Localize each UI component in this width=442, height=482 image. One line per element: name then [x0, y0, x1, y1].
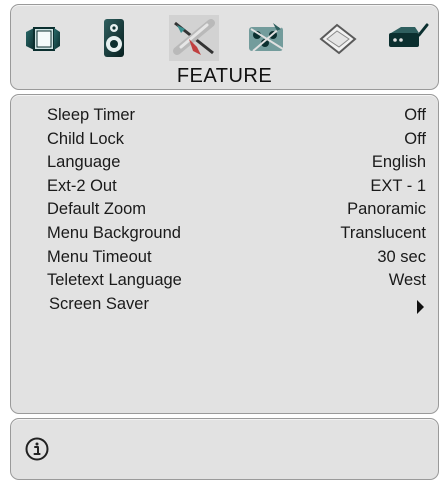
setting-label: Language	[47, 153, 121, 172]
setup-icon[interactable]	[241, 15, 291, 61]
setting-row-child-lock[interactable]: Child Lock Off	[11, 128, 438, 152]
setting-value: West	[388, 271, 426, 290]
setting-row-menu-timeout[interactable]: Menu Timeout 30 sec	[11, 246, 438, 270]
setting-label: Menu Timeout	[47, 247, 152, 266]
setting-row-screen-saver[interactable]: Screen Saver	[11, 293, 438, 317]
info-icon	[25, 437, 49, 461]
setting-value: English	[371, 153, 426, 172]
setting-row-sleep-timer[interactable]: Sleep Timer Off	[11, 104, 438, 128]
setting-label: Menu Background	[47, 223, 181, 242]
setting-label: Teletext Language	[47, 271, 182, 290]
feature-icon[interactable]	[169, 15, 219, 61]
menu-header-panel: FEATURE	[10, 4, 439, 90]
setting-row-menu-background[interactable]: Menu Background Translucent	[11, 222, 438, 246]
setting-value: Panoramic	[347, 200, 426, 219]
setting-value: Off	[404, 106, 426, 124]
page-title: FEATURE	[176, 65, 273, 87]
chevron-right-icon	[417, 299, 424, 314]
setting-value: EXT - 1	[370, 176, 426, 195]
setting-value: Translucent	[340, 223, 426, 242]
setting-row-teletext-language[interactable]: Teletext Language West	[11, 269, 438, 293]
menu-category-bar	[11, 13, 438, 65]
setting-label: Ext-2 Out	[47, 176, 117, 195]
info-panel	[10, 418, 439, 480]
sound-icon[interactable]	[89, 15, 139, 61]
setting-row-language[interactable]: Language English	[11, 151, 438, 175]
setting-value: 30 sec	[377, 247, 426, 266]
source-icon[interactable]	[313, 15, 363, 61]
setting-label: Default Zoom	[47, 200, 147, 219]
setting-value: Off	[404, 129, 426, 148]
settings-list: Sleep Timer Off Child Lock Off Language …	[11, 104, 438, 316]
setting-row-ext-2-out[interactable]: Ext-2 Out EXT - 1	[11, 175, 438, 199]
setting-label: Child Lock	[47, 129, 125, 148]
channel-icon[interactable]	[383, 15, 433, 61]
setting-label: Sleep Timer	[47, 106, 136, 124]
setting-row-default-zoom[interactable]: Default Zoom Panoramic	[11, 198, 438, 222]
setting-label: Screen Saver	[49, 294, 149, 313]
feature-settings-panel: Sleep Timer Off Child Lock Off Language …	[10, 94, 439, 414]
picture-icon[interactable]	[17, 15, 67, 61]
